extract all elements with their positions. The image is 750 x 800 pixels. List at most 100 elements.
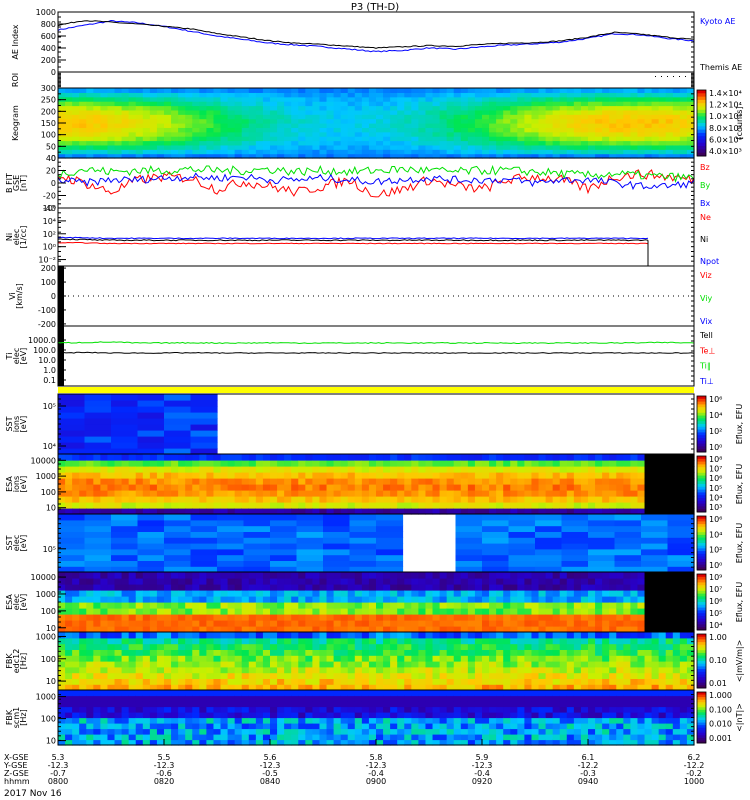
spectrogram-cell	[72, 140, 80, 146]
spectrogram-cell	[121, 661, 130, 668]
spectrogram-cell	[156, 105, 165, 111]
spectrogram-cell	[623, 114, 631, 120]
spectrogram-cell	[347, 466, 356, 473]
spectrogram-cell	[326, 620, 335, 627]
spectrogram-cell	[171, 655, 179, 662]
spectrogram-cell	[185, 96, 193, 102]
spectrogram-cell	[467, 614, 476, 621]
spectrogram-cell	[149, 88, 158, 93]
spectrogram-cell	[171, 460, 179, 467]
spectrogram-cell	[107, 144, 116, 150]
spectrogram-cell	[397, 144, 405, 150]
spectrogram-cell	[227, 678, 236, 685]
spectrogram-cell	[248, 637, 257, 645]
spectrogram-cell	[630, 678, 639, 685]
spectrogram-cell	[376, 484, 384, 491]
spectrogram-cell	[241, 466, 250, 473]
spectrogram-cell	[418, 466, 427, 473]
spectrogram-cell	[135, 454, 144, 461]
roi-dot	[667, 76, 668, 77]
spectrogram-cell	[390, 578, 398, 585]
legend-label: Viz	[700, 271, 712, 280]
spectrogram-cell	[114, 655, 123, 662]
spectrogram-cell	[453, 590, 462, 597]
spectrogram-cell	[559, 466, 568, 473]
spectrogram-cell	[354, 584, 363, 591]
spectrogram-cell	[178, 666, 186, 674]
spectrogram-cell	[573, 672, 582, 679]
spectrogram-cell	[270, 602, 278, 609]
spectrogram-cell	[432, 661, 441, 668]
spectrogram-cell	[531, 123, 540, 128]
spectrogram-cell	[135, 578, 144, 585]
spectrogram-cell	[404, 131, 412, 137]
spectrogram-cell	[213, 105, 222, 111]
spectrogram-cell	[609, 96, 617, 102]
spectrogram-cell	[602, 502, 610, 509]
spectrogram-cell	[100, 672, 109, 679]
spectrogram-cell	[241, 643, 250, 650]
spectrogram-cell	[672, 632, 681, 639]
spectrogram-cell	[217, 548, 245, 556]
spectrogram-cell	[185, 608, 193, 615]
spectrogram-cell	[397, 637, 405, 645]
spectrogram-cell	[376, 466, 384, 473]
spectrogram-cell	[312, 649, 321, 656]
spectrogram-cell	[142, 632, 151, 639]
spectrogram-cell	[241, 454, 250, 461]
spectrogram-cell	[248, 643, 257, 650]
spectrogram-cell	[376, 101, 384, 107]
spectrogram-cell	[190, 412, 218, 419]
spectrogram-cell	[227, 144, 236, 150]
spectrogram-cell	[86, 144, 94, 150]
spectrogram-cell	[510, 672, 518, 679]
spectrogram-cell	[644, 88, 653, 93]
spectrogram-cell	[128, 101, 137, 107]
spectrogram-cell	[418, 678, 427, 685]
spectrogram-cell	[545, 118, 554, 124]
spectrogram-cell	[474, 496, 483, 503]
spectrogram-cell	[474, 620, 483, 627]
spectrogram-cell	[220, 140, 229, 146]
spectrogram-cell	[340, 140, 349, 146]
spectrogram-cell	[248, 678, 257, 685]
spectrogram-cell	[446, 478, 455, 485]
spectrogram-cell	[220, 454, 229, 461]
spectrogram-cell	[220, 131, 229, 137]
spectrogram-cell	[137, 424, 165, 431]
spectrogram-cell	[383, 96, 391, 102]
legend-label: Bz	[700, 163, 710, 172]
spectrogram-cell	[573, 602, 582, 609]
spectrogram-cell	[595, 118, 603, 124]
spectrogram-cell	[262, 578, 271, 585]
spectrogram-cell	[164, 537, 192, 544]
spectrogram-cell	[149, 666, 158, 674]
spectrogram-cell	[467, 643, 476, 650]
spectrogram-cell	[114, 484, 123, 491]
spectrogram-cell	[185, 496, 193, 503]
spectrogram-cell	[164, 572, 172, 579]
spectrogram-cell	[390, 661, 398, 668]
spectrogram-cell	[404, 643, 412, 650]
spectrogram-cell	[361, 578, 370, 585]
spectrogram-cell	[432, 460, 441, 467]
colorbar-tick-label: 10⁴	[709, 530, 722, 539]
spectrogram-cell	[93, 608, 101, 615]
spectrogram-cell	[588, 460, 596, 467]
spectrogram-cell	[185, 502, 193, 509]
spectrogram-cell	[665, 678, 674, 685]
y-tick-label: 300	[41, 84, 56, 93]
spectrogram-cell	[630, 655, 639, 662]
spectrogram-cell	[368, 643, 377, 650]
spectrogram-cell	[121, 466, 130, 473]
spectrogram-cell	[114, 101, 123, 107]
spectrogram-cell	[637, 96, 646, 102]
spectrogram-cell	[100, 614, 109, 621]
spectrogram-cell	[474, 114, 483, 120]
spectrogram-cell	[545, 114, 554, 120]
spectrogram-cell	[347, 484, 356, 491]
spectrogram-cell	[390, 101, 398, 107]
spectrogram-cell	[580, 496, 589, 503]
spectrogram-cell	[347, 578, 356, 585]
spectrogram-cell	[453, 672, 462, 679]
